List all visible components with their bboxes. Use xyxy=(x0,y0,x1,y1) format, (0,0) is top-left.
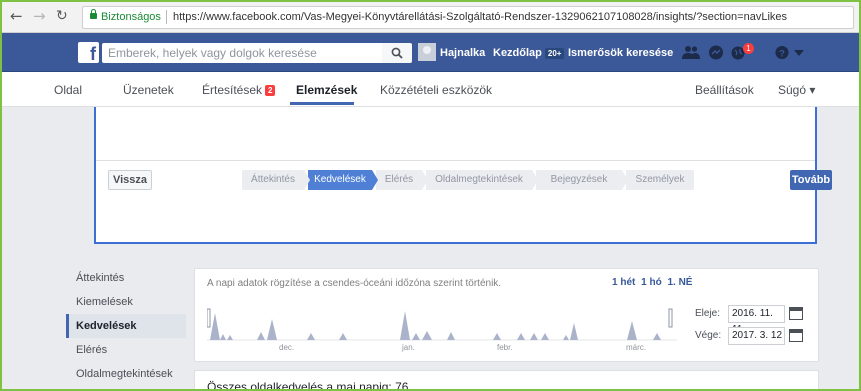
svg-text:?: ? xyxy=(779,48,785,58)
spike xyxy=(570,323,578,340)
spike xyxy=(493,333,501,340)
home-badge: 20+ xyxy=(544,48,565,59)
spike xyxy=(530,333,538,340)
spike xyxy=(517,333,525,340)
timezone-note: A napi adatok rögzítése a csendes-óceáni… xyxy=(207,278,502,289)
date-range-chart-card: A napi adatok rögzítése a csendes-óceáni… xyxy=(194,268,819,362)
tab-messages[interactable]: Üzenetek xyxy=(123,83,174,97)
tab-publishing-tools[interactable]: Közzétételi eszközök xyxy=(380,83,492,97)
notification-count-badge: 1 xyxy=(743,43,754,54)
menu-item-likes[interactable]: Kedvelések xyxy=(66,314,186,338)
profile-link[interactable]: Hajnalka xyxy=(440,47,485,59)
friend-requests-icon[interactable] xyxy=(682,45,700,60)
spike xyxy=(653,333,661,340)
range-links: 1 hét 1 hó 1. NÉ xyxy=(612,277,695,288)
security-label: Biztonságos xyxy=(101,11,161,23)
step-reach[interactable]: Elérés xyxy=(376,170,428,190)
messenger-icon[interactable] xyxy=(708,45,724,60)
end-date-field[interactable]: 2017. 3. 12 xyxy=(728,327,785,345)
insights-left-menu: Áttekintés Kiemelések Kedvelések Elérés … xyxy=(66,266,186,386)
range-1-quarter[interactable]: 1. NÉ xyxy=(667,277,692,288)
menu-item-overview[interactable]: Áttekintés xyxy=(66,266,186,290)
browser-toolbar: ← → ↻ Biztonságos https://www.facebook.c… xyxy=(2,2,859,33)
activity-sparkline[interactable] xyxy=(207,299,677,341)
tab-settings[interactable]: Beállítások xyxy=(695,83,754,97)
total-likes-card: Összes oldalkedvelés a mai napig: 76 xyxy=(194,370,819,391)
spike xyxy=(412,333,420,340)
search-icon xyxy=(391,47,403,59)
back-arrow-icon[interactable]: ← xyxy=(10,8,23,24)
browser-frame: ← → ↻ Biztonságos https://www.facebook.c… xyxy=(0,0,861,391)
spike xyxy=(220,334,226,340)
avatar[interactable] xyxy=(418,43,436,61)
spike xyxy=(307,333,315,340)
back-button[interactable]: Vissza xyxy=(108,170,152,190)
insights-wizard-panel: Vissza Áttekintés Kedvelések Elérés Olda… xyxy=(94,107,832,244)
menu-item-reach[interactable]: Elérés xyxy=(66,338,186,362)
next-button[interactable]: Tovább xyxy=(790,170,832,190)
range-handle-right[interactable] xyxy=(668,308,673,328)
tab-help[interactable]: Súgó ▾ xyxy=(778,83,815,97)
account-menu-chevron-icon[interactable] xyxy=(794,50,804,56)
forward-arrow-icon[interactable]: → xyxy=(33,8,46,24)
spike xyxy=(627,321,637,340)
spike xyxy=(267,319,277,340)
spike xyxy=(447,332,455,340)
step-posts[interactable]: Bejegyzések xyxy=(536,170,628,190)
facebook-logo-icon[interactable]: f xyxy=(78,42,99,64)
step-page-views[interactable]: Oldalmegtekintések xyxy=(426,170,538,190)
start-date-label: Eleje: xyxy=(695,308,721,319)
step-likes[interactable]: Kedvelések xyxy=(308,170,378,190)
spike xyxy=(541,333,549,340)
help-icon[interactable]: ? xyxy=(774,45,790,60)
spike xyxy=(257,332,265,340)
total-likes-text: Összes oldalkedvelés a mai napig: 76 xyxy=(207,380,409,391)
step-overview[interactable]: Áttekintés xyxy=(242,170,310,190)
page-navigation: Oldal Üzenetek Értesítések 2 Elemzések Kö… xyxy=(2,72,859,107)
address-bar[interactable]: Biztonságos https://www.facebook.com/Vas… xyxy=(82,6,854,29)
end-date-label: Vége: xyxy=(695,330,722,341)
spike xyxy=(339,333,347,340)
notifications-badge: 2 xyxy=(265,85,276,96)
active-tab-indicator xyxy=(290,102,354,105)
tab-notifications-label: Értesítések xyxy=(202,83,263,97)
month-label: márc. xyxy=(626,343,646,352)
home-label: Kezdőlap xyxy=(493,47,542,59)
calendar-icon[interactable] xyxy=(789,307,803,320)
tab-page[interactable]: Oldal xyxy=(54,83,82,97)
range-1-month[interactable]: 1 hó xyxy=(641,277,662,288)
find-friends-link[interactable]: Ismerősök keresése xyxy=(568,47,673,59)
menu-item-highlights[interactable]: Kiemelések xyxy=(66,290,186,314)
range-handle-left[interactable] xyxy=(207,308,211,328)
url-text[interactable]: https://www.facebook.com/Vas-Megyei-Köny… xyxy=(173,11,787,23)
month-label: dec. xyxy=(279,343,295,352)
wizard-divider xyxy=(96,160,815,161)
month-label: jan. xyxy=(402,343,415,352)
home-link[interactable]: Kezdőlap 20+ xyxy=(493,47,565,59)
tab-insights[interactable]: Elemzések xyxy=(296,83,357,97)
start-date-field[interactable]: 2016. 11. 11 xyxy=(728,305,785,335)
spike xyxy=(422,331,432,340)
calendar-icon[interactable] xyxy=(789,329,803,342)
lock-icon xyxy=(90,9,97,19)
tab-notifications[interactable]: Értesítések 2 xyxy=(202,83,276,97)
menu-item-page-views[interactable]: Oldalmegtekintések xyxy=(66,362,186,386)
reload-icon[interactable]: ↻ xyxy=(56,8,68,24)
spike xyxy=(400,311,410,340)
facebook-top-bar: f Emberek, helyek vagy dolgok keresése H… xyxy=(2,33,859,72)
range-1-week[interactable]: 1 hét xyxy=(612,277,635,288)
month-label: febr. xyxy=(497,343,513,352)
search-input[interactable]: Emberek, helyek vagy dolgok keresése xyxy=(102,43,382,63)
spike xyxy=(210,313,220,340)
spike xyxy=(227,335,233,340)
address-separator xyxy=(166,10,167,24)
step-people[interactable]: Személyek xyxy=(626,170,694,190)
search-button[interactable] xyxy=(382,43,412,63)
spike xyxy=(563,335,569,340)
